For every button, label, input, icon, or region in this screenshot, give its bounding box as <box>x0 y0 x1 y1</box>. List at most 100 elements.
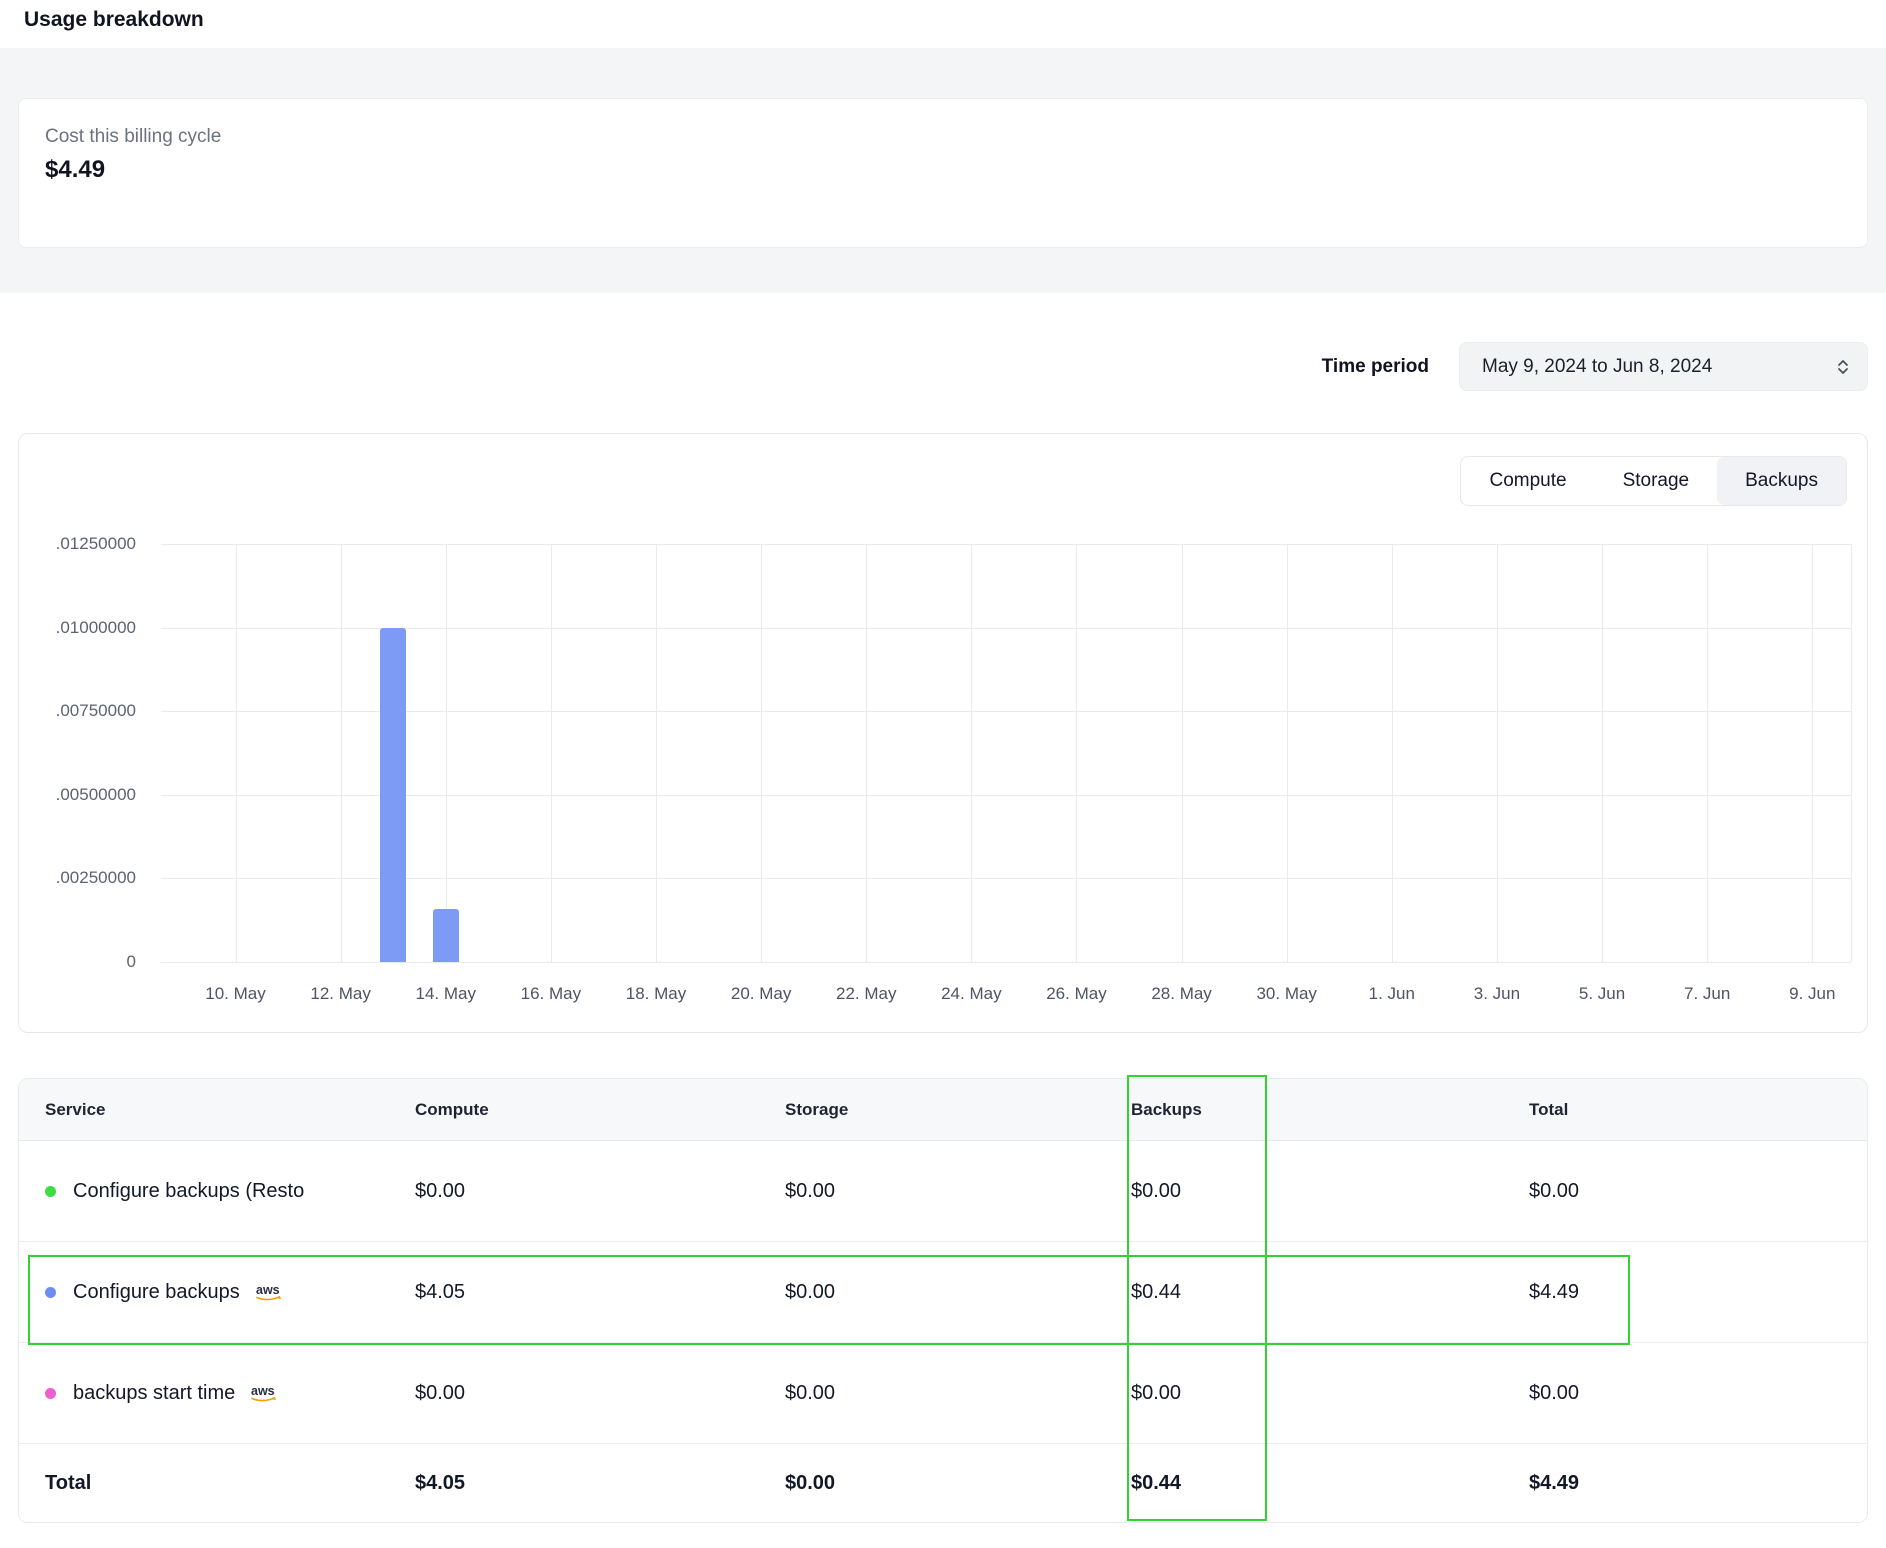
y-tick-label: 0 <box>19 952 136 972</box>
series-color-dot <box>45 1186 56 1197</box>
backups-value: $0.00 <box>1105 1382 1503 1405</box>
y-tick-label: .00250000 <box>19 868 136 888</box>
cost-card-label: Cost this billing cycle <box>45 126 1841 148</box>
cost-card-value: $4.49 <box>45 156 1841 184</box>
column-header-storage: Storage <box>759 1100 1105 1120</box>
gridline-vertical <box>1392 544 1393 962</box>
x-tick-label: 28. May <box>1151 984 1211 1004</box>
gridline-vertical <box>1851 544 1852 962</box>
gridline-horizontal <box>161 962 1851 963</box>
chevron-updown-icon <box>1835 358 1851 376</box>
gridline-vertical <box>1182 544 1183 962</box>
gridline-vertical <box>341 544 342 962</box>
gridline-vertical <box>656 544 657 962</box>
compute-value: $0.00 <box>389 1180 759 1203</box>
time-period-label: Time period <box>1322 356 1429 378</box>
storage-value: $0.00 <box>759 1382 1105 1405</box>
compute-value: $4.05 <box>389 1281 759 1304</box>
tab-backups[interactable]: Backups <box>1717 457 1846 505</box>
table-body: Configure backups (Resto$0.00$0.00$0.00$… <box>19 1141 1867 1444</box>
gridline-vertical <box>971 544 972 962</box>
column-header-service: Service <box>19 1100 389 1120</box>
series-color-dot <box>45 1388 56 1399</box>
gridline-vertical <box>236 544 237 962</box>
x-tick-label: 16. May <box>521 984 581 1004</box>
gridline-vertical <box>446 544 447 962</box>
x-tick-label: 18. May <box>626 984 686 1004</box>
gridline-vertical <box>1287 544 1288 962</box>
y-tick-label: .01250000 <box>19 534 136 554</box>
total-value: $0.00 <box>1503 1180 1867 1203</box>
x-tick-label: 26. May <box>1046 984 1106 1004</box>
x-tick-label: 10. May <box>205 984 265 1004</box>
total-value: $4.49 <box>1503 1281 1867 1304</box>
column-header-compute: Compute <box>389 1100 759 1120</box>
gridline-vertical <box>551 544 552 962</box>
table-row: Configure backupsaws$4.05$0.00$0.44$4.49 <box>19 1242 1867 1343</box>
total-storage-value: $0.00 <box>759 1472 1105 1495</box>
svg-text:aws: aws <box>251 1384 275 1398</box>
table-total-row: Total $4.05 $0.00 $0.44 $4.49 <box>19 1444 1867 1522</box>
page-header: Usage breakdown <box>0 0 1886 48</box>
service-name: backups start time <box>73 1382 235 1405</box>
storage-value: $0.00 <box>759 1180 1105 1203</box>
compute-value: $0.00 <box>389 1382 759 1405</box>
gridline-vertical <box>1812 544 1813 962</box>
chart-tabs: ComputeStorageBackups <box>1460 456 1847 506</box>
page-title: Usage breakdown <box>24 8 1862 32</box>
backups-value: $0.00 <box>1105 1180 1503 1203</box>
gridline-vertical <box>1497 544 1498 962</box>
gridline-horizontal <box>161 878 1851 879</box>
time-period-select[interactable]: May 9, 2024 to Jun 8, 2024 <box>1459 342 1868 391</box>
usage-chart-card: ComputeStorageBackups .01250000 .01000000… <box>18 433 1868 1033</box>
y-tick-label: .01000000 <box>19 618 136 638</box>
cost-card: Cost this billing cycle $4.49 <box>18 98 1868 248</box>
x-tick-label: 5. Jun <box>1579 984 1625 1004</box>
chart-x-axis: 10. May 12. May 14. May 16. May 18. May 20. M… <box>161 984 1851 1014</box>
table-row: Configure backups (Resto$0.00$0.00$0.00$… <box>19 1141 1867 1242</box>
x-tick-label: 3. Jun <box>1474 984 1520 1004</box>
usage-table-section: ServiceComputeStorageBackupsTotal Config… <box>18 1078 1868 1523</box>
chart-bar[interactable] <box>433 909 459 963</box>
gridline-horizontal <box>161 628 1851 629</box>
total-backups-value: $0.44 <box>1105 1472 1503 1495</box>
chart-bar[interactable] <box>380 628 406 962</box>
x-tick-label: 30. May <box>1256 984 1316 1004</box>
x-tick-label: 24. May <box>941 984 1001 1004</box>
column-header-total: Total <box>1503 1100 1867 1120</box>
gridline-vertical <box>1707 544 1708 962</box>
y-tick-label: .00750000 <box>19 701 136 721</box>
total-label: Total <box>19 1472 389 1495</box>
x-tick-label: 9. Jun <box>1789 984 1835 1004</box>
chart-plot-area <box>161 544 1851 962</box>
backups-value: $0.44 <box>1105 1281 1503 1304</box>
aws-icon: aws <box>249 1383 283 1404</box>
aws-icon: aws <box>254 1282 288 1303</box>
x-tick-label: 20. May <box>731 984 791 1004</box>
gridline-horizontal <box>161 795 1851 796</box>
service-cell: backups start time aws <box>19 1382 389 1405</box>
x-tick-label: 12. May <box>310 984 370 1004</box>
total-value: $0.00 <box>1503 1382 1867 1405</box>
time-period-value: May 9, 2024 to Jun 8, 2024 <box>1482 356 1712 378</box>
time-period-controls: Time period May 9, 2024 to Jun 8, 2024 <box>18 342 1868 391</box>
gridline-horizontal <box>161 544 1851 545</box>
tab-compute[interactable]: Compute <box>1461 457 1594 505</box>
x-tick-label: 14. May <box>416 984 476 1004</box>
series-color-dot <box>45 1287 56 1298</box>
billing-summary-band: Cost this billing cycle $4.49 <box>0 48 1886 293</box>
usage-table: ServiceComputeStorageBackupsTotal Config… <box>18 1078 1868 1523</box>
service-cell: Configure backups (Resto <box>19 1180 389 1203</box>
svg-text:aws: aws <box>256 1283 280 1297</box>
gridline-vertical <box>1602 544 1603 962</box>
total-total-value: $4.49 <box>1503 1472 1867 1495</box>
table-header-row: ServiceComputeStorageBackupsTotal <box>19 1079 1867 1141</box>
gridline-vertical <box>866 544 867 962</box>
column-header-backups: Backups <box>1105 1100 1503 1120</box>
tab-storage[interactable]: Storage <box>1595 457 1718 505</box>
y-tick-label: .00500000 <box>19 785 136 805</box>
gridline-vertical <box>1076 544 1077 962</box>
gridline-horizontal <box>161 711 1851 712</box>
gridline-vertical <box>761 544 762 962</box>
x-tick-label: 22. May <box>836 984 896 1004</box>
